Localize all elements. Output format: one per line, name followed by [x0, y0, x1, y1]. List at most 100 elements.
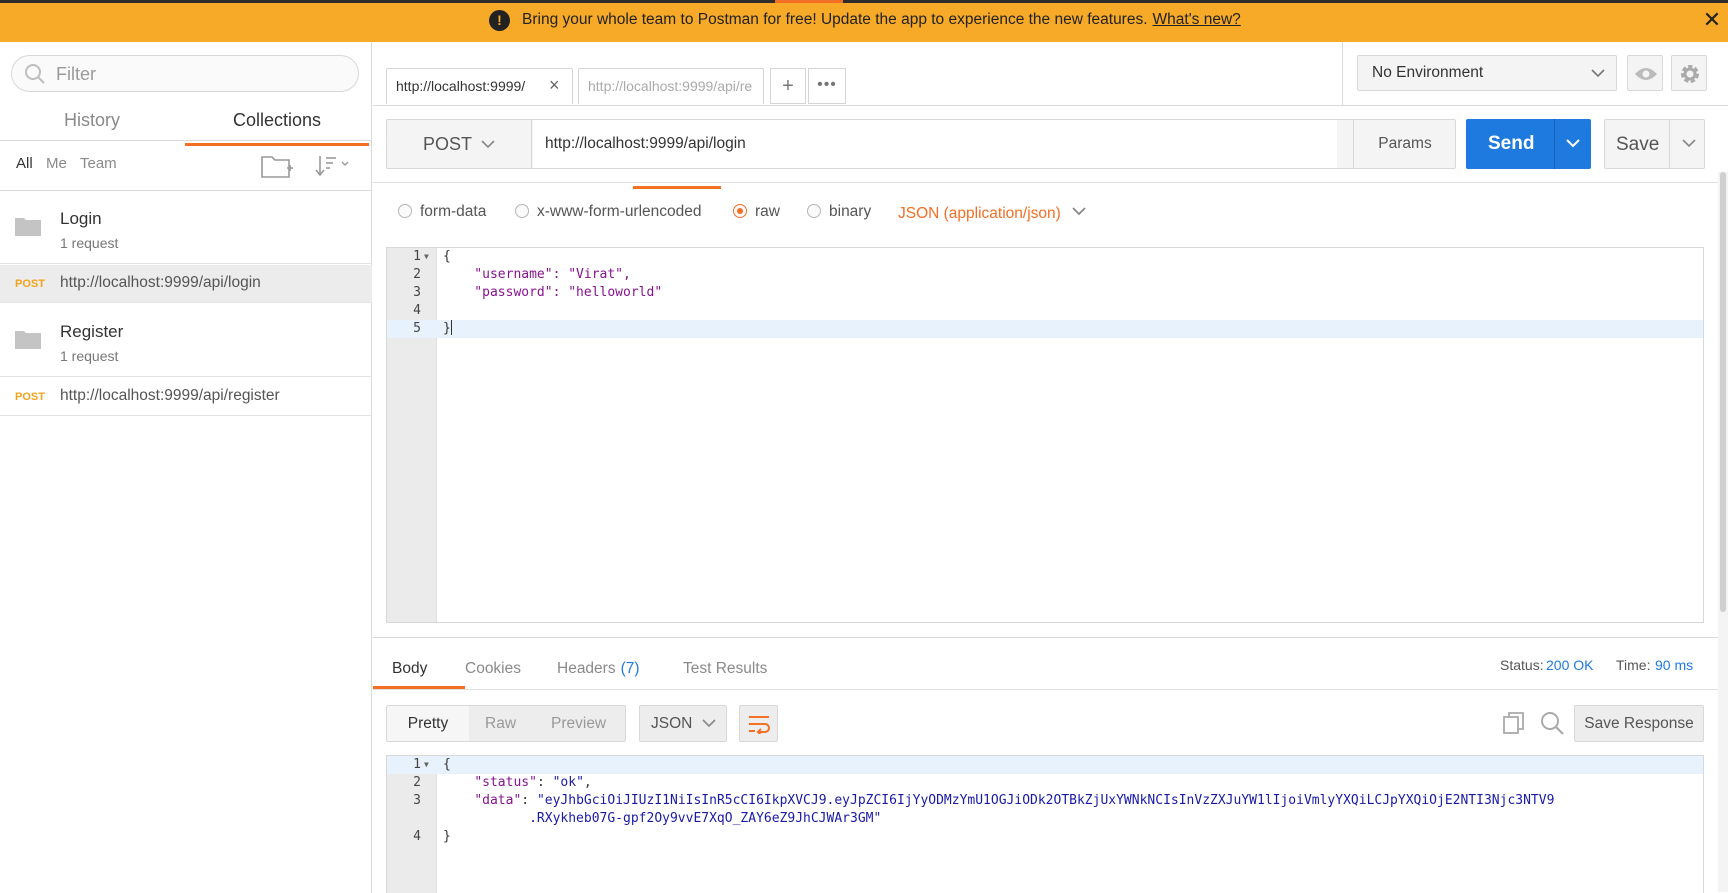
more-icon[interactable]: •••	[808, 68, 846, 104]
tab-cookies[interactable]: Cookies	[465, 660, 521, 678]
gear-icon	[1681, 65, 1699, 83]
line-number: 2	[413, 267, 421, 282]
params-button[interactable]: Params	[1353, 120, 1456, 168]
line-number: 4	[413, 303, 421, 318]
save-button[interactable]: Save	[1604, 119, 1705, 169]
tab-test-results[interactable]: Test Results	[683, 660, 767, 678]
copy-icon[interactable]	[1502, 711, 1526, 735]
filter-me[interactable]: Me	[46, 155, 67, 172]
status-label: Status:	[1500, 657, 1544, 673]
code-text: }	[443, 320, 452, 338]
body-tab-indicator	[633, 186, 721, 189]
tab-label: Headers	[557, 660, 616, 677]
radio-x-www-form-urlencoded[interactable]: x-www-form-urlencoded	[515, 203, 702, 223]
sidebar: History Collections All Me Team Login 1 …	[0, 42, 372, 893]
filter-input[interactable]	[56, 62, 346, 86]
plus-icon[interactable]: +	[770, 68, 806, 104]
request-tab-active[interactable]: http://localhost:9999/ ×	[386, 68, 573, 104]
banner-accent	[775, 0, 843, 3]
line-number: 3	[413, 285, 421, 300]
request-tab[interactable]: http://localhost:9999/api/re	[578, 68, 764, 104]
divider	[0, 140, 372, 141]
json-value: "eyJhbGciOiJIUzI1NiIsInR5cCI6IkpXVCJ9.ey…	[536, 793, 1555, 808]
json-value-continued: .RXykheb07G-gpf2Oy9vvE7XqO_ZAY6eZ9JhCJWA…	[529, 811, 882, 826]
headers-count: (7)	[620, 660, 640, 677]
request-item-register[interactable]: POST http://localhost:9999/api/register	[0, 378, 372, 416]
text-caret	[450, 320, 452, 335]
json-value: "ok"	[552, 775, 584, 790]
radio-dot	[515, 204, 529, 218]
radio-form-data[interactable]: form-data	[398, 203, 486, 223]
status-value[interactable]: 200 OK	[1546, 657, 1593, 673]
format-select[interactable]: JSON	[639, 705, 727, 742]
folder-icon	[15, 218, 41, 236]
line-number: 1	[413, 757, 421, 772]
close-icon[interactable]: ×	[549, 75, 560, 96]
request-url: http://localhost:9999/api/register	[60, 387, 280, 404]
code-line: 3 "data": "eyJhbGciOiJIUzI1NiIsInR5cCI6I…	[387, 792, 1703, 810]
collection-count: 1 request	[60, 348, 119, 364]
code-line: 4	[387, 302, 1703, 320]
tab-body[interactable]: Body	[392, 660, 427, 678]
sort-icon[interactable]	[315, 152, 351, 180]
filter-team[interactable]: Team	[80, 155, 117, 172]
code-line: 2 "username": "Virat",	[387, 266, 1703, 284]
view-preview[interactable]: Preview	[551, 715, 606, 733]
tab-headers[interactable]: Headers (7)	[557, 660, 640, 678]
divider	[1554, 119, 1555, 169]
code-line: 1 ▼ {	[387, 248, 1703, 266]
filter-box[interactable]	[11, 55, 359, 92]
divider	[373, 182, 1718, 183]
close-icon[interactable]: ✕	[1700, 7, 1724, 33]
collection-login[interactable]: Login 1 request	[0, 191, 372, 264]
collection-count: 1 request	[60, 235, 119, 251]
scrollbar-thumb[interactable]	[1720, 172, 1726, 612]
save-response-button[interactable]: Save Response	[1574, 705, 1704, 742]
search-icon[interactable]	[1540, 711, 1564, 735]
method-select[interactable]: POST	[387, 120, 532, 168]
request-item-login[interactable]: POST http://localhost:9999/api/login	[0, 265, 372, 303]
code-line-wrap: .RXykheb07G-gpf2Oy9vvE7XqO_ZAY6eZ9JhCJWA…	[387, 810, 1703, 828]
url-input[interactable]	[533, 120, 1337, 168]
response-body-viewer[interactable]: 1 ▼ { 2 "status": "ok", 3 "data": "eyJhbGc…	[386, 755, 1704, 893]
radio-binary[interactable]: binary	[807, 203, 871, 223]
environment-quick-look-button[interactable]	[1627, 55, 1663, 91]
chevron-down-icon[interactable]	[1565, 137, 1581, 151]
fold-icon[interactable]: ▼	[424, 248, 429, 266]
banner-message-text: Bring your whole team to Postman for fre…	[522, 11, 1148, 28]
content-type-select[interactable]: JSON (application/json)	[898, 205, 1087, 223]
code-line: 1 ▼ {	[387, 756, 1703, 774]
json-key: "status"	[474, 775, 537, 790]
view-raw[interactable]: Raw	[485, 715, 516, 733]
time-value[interactable]: 90 ms	[1655, 657, 1693, 673]
filter-all[interactable]: All	[16, 155, 33, 172]
divider	[1669, 120, 1670, 168]
fold-icon[interactable]: ▼	[424, 756, 429, 774]
radio-dot	[807, 204, 821, 218]
radio-raw[interactable]: raw	[733, 203, 780, 223]
code-text: }	[443, 829, 451, 844]
send-label: Send	[1488, 133, 1535, 154]
chevron-down-icon	[702, 719, 716, 728]
divider	[373, 689, 1718, 690]
json-key: "data"	[474, 793, 522, 808]
url-bar: POST Params	[386, 119, 1456, 169]
wrap-lines-button[interactable]	[739, 705, 778, 742]
request-body-editor[interactable]: 1 ▼ { 2 "username": "Virat", 3 "password":…	[386, 247, 1704, 623]
environment-select[interactable]: No Environment	[1357, 55, 1617, 91]
chevron-down-icon[interactable]	[1681, 137, 1697, 151]
line-number: 2	[413, 775, 421, 790]
new-folder-icon[interactable]	[260, 152, 294, 180]
code-line: 2 "status": "ok",	[387, 774, 1703, 792]
view-pretty[interactable]: Pretty	[387, 706, 469, 741]
send-button[interactable]: Send	[1466, 119, 1591, 169]
manage-environments-button[interactable]	[1671, 55, 1707, 91]
method-badge: POST	[15, 278, 45, 290]
tab-label: http://localhost:9999/	[396, 78, 526, 94]
whats-new-link[interactable]: What's new?	[1153, 11, 1241, 28]
collection-register[interactable]: Register 1 request	[0, 304, 372, 377]
pane-divider[interactable]	[373, 637, 1718, 638]
radio-dot-selected	[733, 204, 747, 218]
format-value: JSON	[651, 715, 693, 732]
line-number: 1	[413, 249, 421, 264]
